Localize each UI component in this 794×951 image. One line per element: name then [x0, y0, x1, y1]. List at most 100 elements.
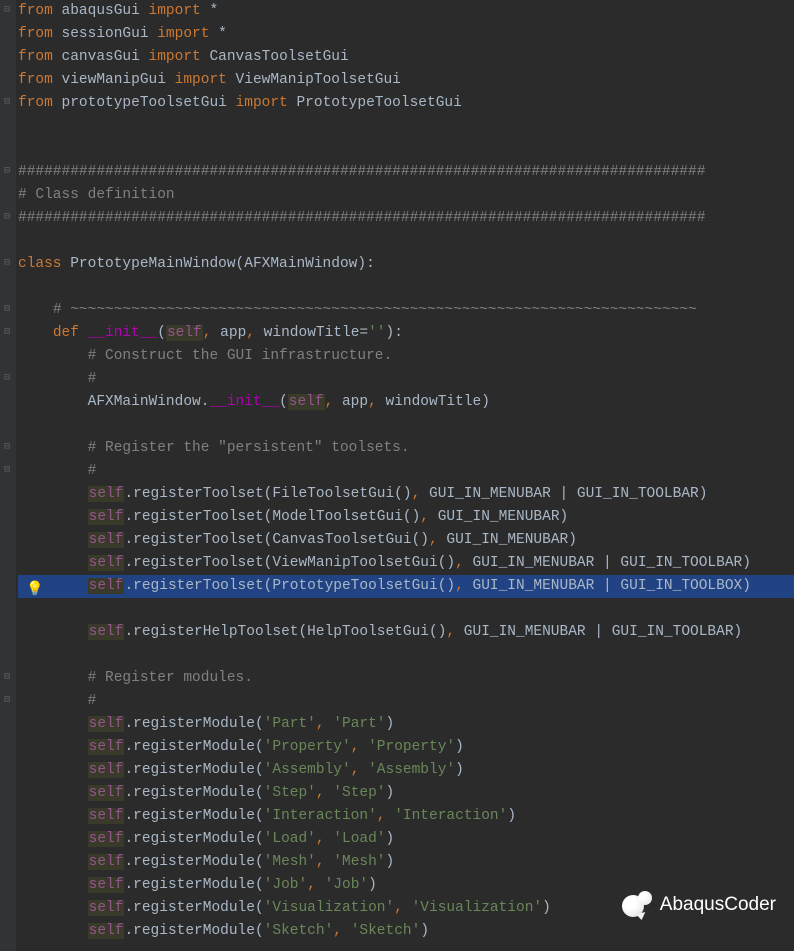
lightbulb-icon[interactable]: 💡 [26, 579, 38, 591]
fold-marker-icon[interactable]: ⊟ [4, 306, 12, 314]
code-line[interactable]: self.registerModule('Sketch', 'Sketch') [18, 920, 794, 943]
code-line[interactable]: self.registerModule('Property', 'Propert… [18, 736, 794, 759]
token-name: GUI_IN_MENUBAR | GUI_IN_TOOLBAR) [420, 486, 707, 502]
code-line[interactable]: # Class definition [18, 184, 794, 207]
watermark: AbaqusCoder [622, 891, 776, 917]
token-punct: , [316, 831, 325, 847]
token-name [386, 808, 395, 824]
token-name: .registerModule( [124, 739, 263, 755]
fold-marker-icon[interactable]: ⊟ [4, 444, 12, 452]
code-line[interactable]: self.registerModule('Load', 'Load') [18, 828, 794, 851]
token-str: 'Mesh' [264, 854, 316, 870]
token-name: ): [386, 325, 403, 341]
token-kw-self: self [88, 831, 125, 847]
code-line[interactable]: # [18, 460, 794, 483]
token-name [18, 624, 88, 640]
code-line[interactable] [18, 138, 794, 161]
code-line[interactable]: self.registerModule('Step', 'Step') [18, 782, 794, 805]
code-line[interactable]: self.registerModule('Assembly', 'Assembl… [18, 759, 794, 782]
fold-marker-icon[interactable]: ⊟ [4, 7, 12, 15]
code-line[interactable]: self.registerModule('Part', 'Part') [18, 713, 794, 736]
token-name [18, 555, 88, 571]
code-line[interactable] [18, 598, 794, 621]
code-line[interactable]: # Register modules. [18, 667, 794, 690]
code-line[interactable] [18, 230, 794, 253]
token-punct: , [333, 923, 342, 939]
token-name: ) [455, 762, 464, 778]
fold-marker-icon[interactable]: ⊟ [4, 375, 12, 383]
token-punct: , [429, 532, 438, 548]
token-str: 'Mesh' [333, 854, 385, 870]
code-line[interactable]: self.registerModule('Interaction', 'Inte… [18, 805, 794, 828]
token-name: ) [542, 900, 551, 916]
code-editor[interactable]: ⊟⊟⊟⊟⊟⊟⊟⊟⊟⊟⊟⊟ from abaqusGui import *from… [0, 0, 794, 951]
code-line[interactable]: # ~~~~~~~~~~~~~~~~~~~~~~~~~~~~~~~~~~~~~~… [18, 299, 794, 322]
fold-marker-icon[interactable]: ⊟ [4, 697, 12, 705]
code-line[interactable]: # Construct the GUI infrastructure. [18, 345, 794, 368]
code-line[interactable] [18, 276, 794, 299]
code-line[interactable]: ########################################… [18, 161, 794, 184]
token-str: 'Assembly' [264, 762, 351, 778]
token-name: app [211, 325, 246, 341]
token-kw-class: class [18, 256, 70, 272]
token-name: ) [386, 716, 395, 732]
token-name: .registerModule( [124, 923, 263, 939]
code-line[interactable]: from sessionGui import * [18, 23, 794, 46]
code-line[interactable]: self.registerToolset(ViewManipToolsetGui… [18, 552, 794, 575]
token-name: ( [279, 394, 288, 410]
token-name: .registerModule( [124, 831, 263, 847]
code-line[interactable]: self.registerToolset(CanvasToolsetGui(),… [18, 529, 794, 552]
code-line[interactable]: self.registerToolset(PrototypeToolsetGui… [18, 575, 794, 598]
code-line[interactable]: self.registerToolset(FileToolsetGui(), G… [18, 483, 794, 506]
code-line[interactable] [18, 115, 794, 138]
code-line[interactable]: AFXMainWindow.__init__(self, app, window… [18, 391, 794, 414]
token-name [325, 785, 334, 801]
token-name [18, 486, 88, 502]
token-name [18, 739, 88, 755]
code-line[interactable]: # Register the "persistent" toolsets. [18, 437, 794, 460]
token-name: * [209, 26, 226, 42]
token-kw-self: self [88, 900, 125, 916]
code-line[interactable]: self.registerToolset(ModelToolsetGui(), … [18, 506, 794, 529]
token-name: .registerModule( [124, 762, 263, 778]
fold-marker-icon[interactable]: ⊟ [4, 168, 12, 176]
code-line[interactable]: from canvasGui import CanvasToolsetGui [18, 46, 794, 69]
code-line[interactable] [18, 644, 794, 667]
token-name: .registerToolset(ViewManipToolsetGui() [124, 555, 455, 571]
code-line[interactable]: class PrototypeMainWindow(AFXMainWindow)… [18, 253, 794, 276]
fold-marker-icon[interactable]: ⊟ [4, 260, 12, 268]
token-name [18, 509, 88, 525]
code-line[interactable]: # [18, 368, 794, 391]
fold-marker-icon[interactable]: ⊟ [4, 467, 12, 475]
token-str: '' [368, 325, 385, 341]
fold-marker-icon[interactable]: ⊟ [4, 329, 12, 337]
code-line[interactable] [18, 414, 794, 437]
fold-marker-icon[interactable]: ⊟ [4, 99, 12, 107]
code-line[interactable]: # [18, 690, 794, 713]
code-line[interactable]: from viewManipGui import ViewManipToolse… [18, 69, 794, 92]
token-punct: , [420, 509, 429, 525]
code-area[interactable]: from abaqusGui import *from sessionGui i… [16, 0, 794, 951]
token-kw-self: self [88, 624, 125, 640]
code-line[interactable]: from prototypeToolsetGui import Prototyp… [18, 92, 794, 115]
token-name [403, 900, 412, 916]
token-name [18, 831, 88, 847]
fold-marker-icon[interactable]: ⊟ [4, 674, 12, 682]
code-line[interactable]: self.registerHelpToolset(HelpToolsetGui(… [18, 621, 794, 644]
token-str: 'Part' [264, 716, 316, 732]
token-name [359, 739, 368, 755]
token-kw-self: self [288, 394, 325, 410]
code-line[interactable]: def __init__(self, app, windowTitle=''): [18, 322, 794, 345]
token-punct: , [446, 624, 455, 640]
token-name: * [201, 3, 218, 19]
fold-marker-icon[interactable]: ⊟ [4, 214, 12, 222]
token-name: GUI_IN_MENUBAR | GUI_IN_TOOLBAR) [455, 624, 742, 640]
token-kw-self: self [88, 923, 125, 939]
code-line[interactable]: self.registerModule('Mesh', 'Mesh') [18, 851, 794, 874]
token-name [18, 532, 88, 548]
token-punct: , [368, 394, 377, 410]
code-line[interactable]: ########################################… [18, 207, 794, 230]
code-line[interactable]: from abaqusGui import * [18, 0, 794, 23]
token-name: ) [455, 739, 464, 755]
token-str: 'Visualization' [264, 900, 395, 916]
